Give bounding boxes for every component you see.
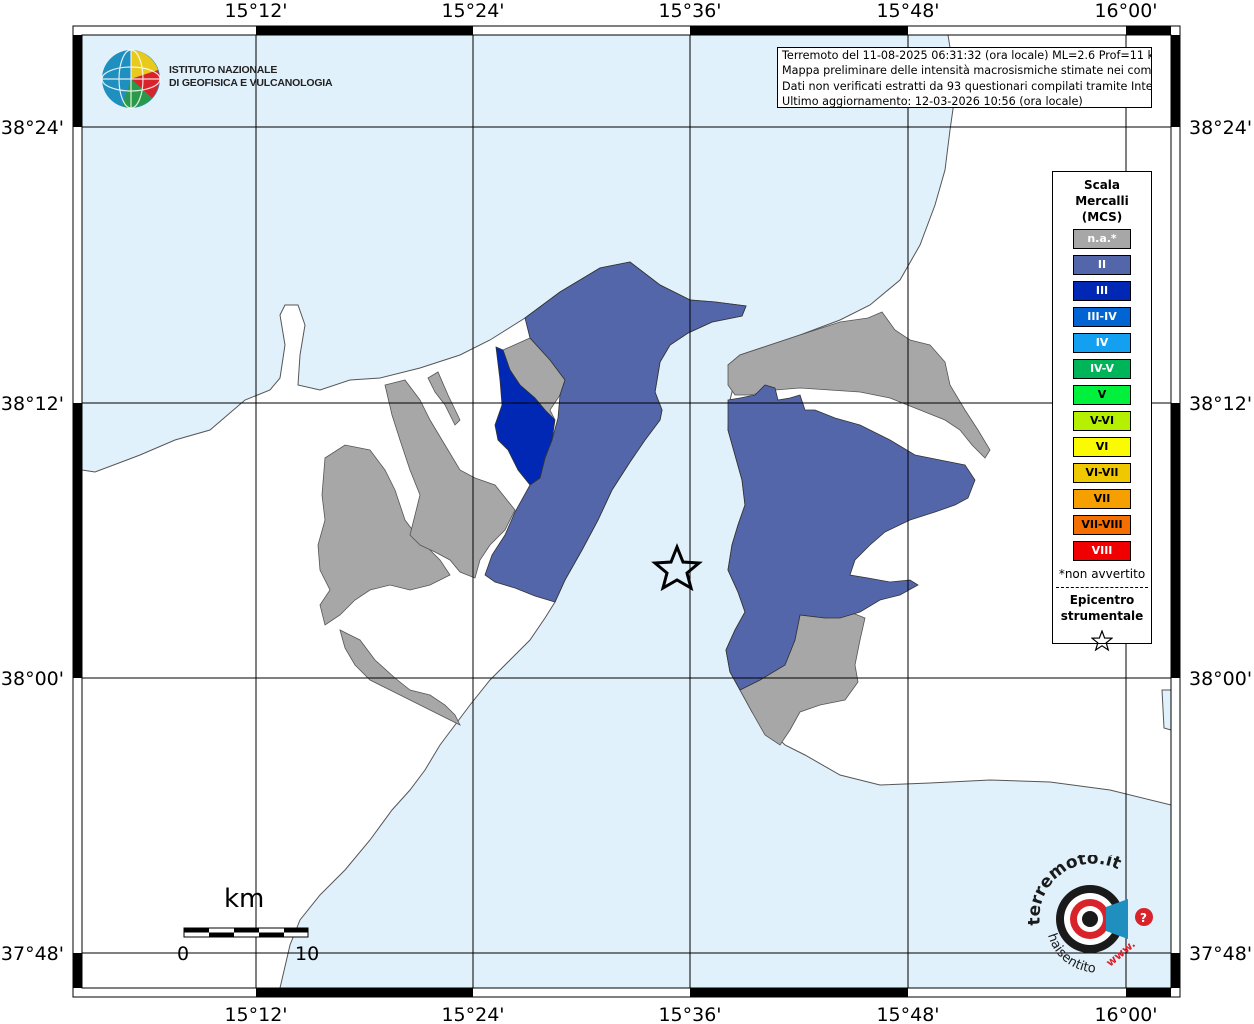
legend-divider (1056, 587, 1148, 588)
legend-item: IV-V (1073, 359, 1131, 379)
legend-item: VI-VII (1073, 463, 1131, 483)
legend-item: VII (1073, 489, 1131, 509)
event-info-box: Terremoto del 11-08-2025 06:31:32 (ora l… (777, 47, 1152, 108)
legend-item: V (1073, 385, 1131, 405)
legend-item: VIII (1073, 541, 1131, 561)
lon-label: 16°00' (1094, 0, 1157, 22)
lon-label: 15°12' (224, 1004, 287, 1024)
event-info-line: Terremoto del 11-08-2025 06:31:32 (ora l… (782, 49, 1152, 62)
legend-epicenter-line: strumentale (1060, 609, 1144, 623)
svg-text:?: ? (1140, 911, 1147, 925)
lat-label: 38°12' (1189, 393, 1252, 415)
legend-title: Scala Mercalli (MCS) (1053, 177, 1151, 225)
legend-epicenter-line: Epicentro (1069, 593, 1135, 607)
legend-item: n.a.* (1073, 229, 1131, 249)
legend-item: VI (1073, 437, 1131, 457)
legend-item: V-VI (1073, 411, 1131, 431)
lon-label: 15°24' (441, 1004, 504, 1024)
haisentito-logo: ? terremoto.it haisentito www. (1028, 855, 1153, 975)
legend-epicenter-label: Epicentro strumentale (1053, 592, 1151, 624)
lat-label: 38°24' (1189, 117, 1252, 139)
event-info-line: Mappa preliminare delle intensità macros… (782, 64, 1152, 78)
lat-label: 38°24' (1, 117, 64, 139)
lat-label: 38°00' (1, 668, 64, 690)
ingv-logo-line: ISTITUTO NAZIONALE (169, 64, 278, 76)
lat-label: 37°48' (1, 943, 64, 965)
ingv-logo: ISTITUTO NAZIONALE DI GEOFISICA E VULCAN… (100, 48, 360, 110)
event-info-line: Dati non verificati estratti da 93 quest… (782, 79, 1152, 93)
lon-label: 15°12' (224, 0, 287, 22)
scale-bar (183, 927, 309, 938)
ingv-logo-text: ISTITUTO NAZIONALE DI GEOFISICA E VULCAN… (169, 64, 333, 90)
legend-title-line: (MCS) (1081, 210, 1123, 224)
intensity-legend: Scala Mercalli (MCS) n.a.* II III III-IV IV I… (1052, 171, 1152, 652)
legend-note: *non avvertito (1058, 567, 1146, 581)
legend-items: n.a.* II III III-IV IV IV-V V V-VI VI VI-VII VII VI… (1053, 229, 1151, 561)
scale-bar-start: 0 (177, 943, 190, 965)
legend-item: III-IV (1073, 307, 1131, 327)
scale-bar-unit: km (224, 884, 265, 914)
lat-label: 37°48' (1189, 943, 1252, 965)
legend-title-line: Scala (1083, 178, 1121, 192)
legend-item: VII-VIII (1073, 515, 1131, 535)
lon-label: 16°00' (1094, 1004, 1157, 1024)
ingv-globe-icon (101, 49, 161, 109)
lon-labels-bottom: 15°12' 15°24' 15°36' 15°48' 16°00' (224, 1004, 1157, 1024)
lon-label: 15°36' (658, 1004, 721, 1024)
event-info-line: Ultimo aggiornamento: 12-03-2026 10:56 (… (782, 94, 1083, 108)
legend-item: II (1073, 255, 1131, 275)
scale-bar-end: 10 (295, 943, 320, 965)
lat-label: 38°00' (1189, 668, 1252, 690)
legend-title-line: Mercalli (1075, 194, 1129, 208)
legend-item: III (1073, 281, 1131, 301)
lon-label: 15°48' (876, 1004, 939, 1024)
lat-labels-left: 38°24' 38°12' 38°00' 37°48' (1, 117, 64, 965)
lon-label: 15°48' (876, 0, 939, 22)
lon-label: 15°36' (658, 0, 721, 22)
lon-labels-top: 15°12' 15°24' 15°36' 15°48' 16°00' (224, 0, 1157, 22)
epicenter-star-icon (1091, 630, 1113, 652)
lon-label: 15°24' (441, 0, 504, 22)
ingv-logo-line: DI GEOFISICA E VULCANOLOGIA (169, 77, 333, 89)
legend-item: IV (1073, 333, 1131, 353)
lat-label: 38°12' (1, 393, 64, 415)
lat-labels-right: 38°24' 38°12' 38°00' 37°48' (1189, 117, 1252, 965)
